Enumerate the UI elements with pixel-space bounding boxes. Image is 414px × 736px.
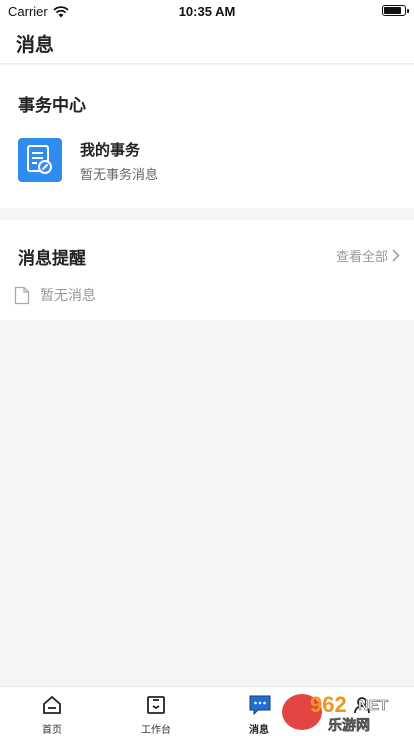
my-affairs-item[interactable]: 我的事务 暂无事务消息 [18,137,398,185]
affairs-section-title: 事务中心 [18,96,86,116]
view-all-link[interactable]: 查看全部 [336,246,400,265]
document-edit-icon [18,138,62,182]
view-all-label: 查看全部 [335,250,388,265]
message-icon [249,695,271,715]
watermark-logo: 962 NET 乐游网 [282,692,388,734]
empty-messages-row: 暂无消息 [14,285,96,305]
status-bar: Carrier 10:35 AM [0,0,414,22]
tab-workbench-label: 工作台 [141,725,171,736]
affairs-item-name: 我的事务 [80,141,141,159]
page-title: 消息 [16,34,55,56]
tab-home-label: 首页 [42,725,62,736]
empty-messages-text: 暂无消息 [40,288,96,304]
nav-bar: 消息 [0,22,414,64]
affairs-item-subtitle: 暂无事务消息 [80,168,159,183]
tab-home[interactable]: 首页 [0,687,104,736]
battery-icon [382,5,409,16]
workbench-icon [147,696,165,714]
watermark-net: NET [358,697,388,714]
messages-section-title: 消息提醒 [18,249,86,269]
watermark-site-name: 乐游网 [328,717,370,734]
tab-workbench[interactable]: 工作台 [104,687,208,736]
chevron-right-icon [392,249,400,262]
status-time: 10:35 AM [178,4,236,19]
affairs-center-card: 事务中心 我的事务 暂无事务消息 [0,65,414,208]
file-icon [14,286,30,304]
home-icon [43,695,61,714]
watermark-number: 962 [310,692,347,717]
message-reminder-card: 消息提醒 查看全部 暂无消息 [0,220,414,320]
